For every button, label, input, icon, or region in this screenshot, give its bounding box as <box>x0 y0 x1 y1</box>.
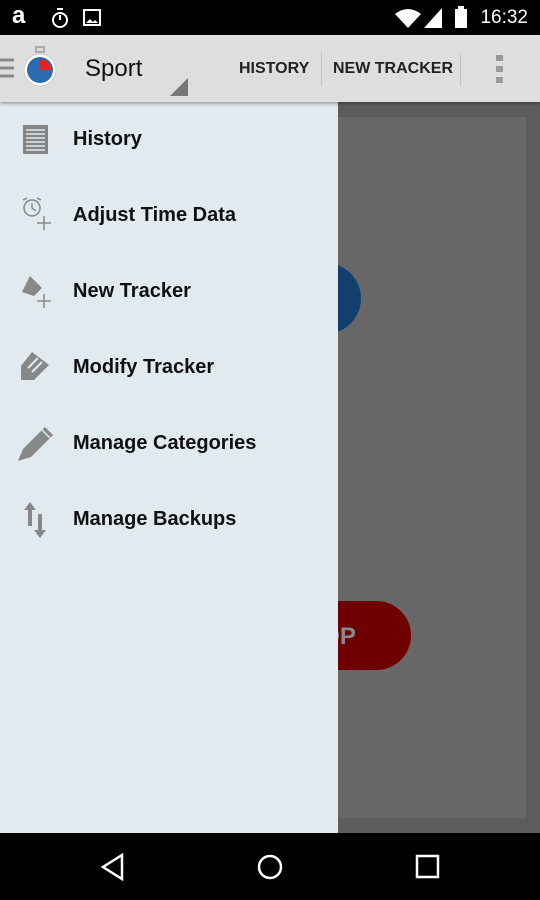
clock: 16:32 <box>480 7 528 28</box>
battery-icon <box>455 6 467 28</box>
app-bar: Sport HISTORY NEW TRACKER <box>0 35 540 102</box>
overflow-icon[interactable] <box>495 54 505 84</box>
amazon-icon: a <box>12 2 26 29</box>
drawer-item-manage-categories[interactable]: Manage Categories <box>0 406 338 482</box>
drawer-item-label: Manage Categories <box>73 432 257 454</box>
image-icon <box>83 9 101 26</box>
new-tracker-button[interactable]: NEW TRACKER <box>333 60 453 78</box>
wifi-icon <box>395 9 421 28</box>
recents-icon[interactable] <box>415 854 441 880</box>
swap-vertical-icon <box>24 502 46 538</box>
drawer-item-label: New Tracker <box>73 280 191 302</box>
drawer-item-manage-backups[interactable]: Manage Backups <box>0 482 338 558</box>
navigation-drawer: History Adjust Time Data New Tracker Mod… <box>0 102 338 833</box>
dropdown-icon[interactable] <box>170 78 188 96</box>
alarm-add-icon <box>22 197 51 230</box>
tag-add-icon <box>22 276 51 308</box>
menu-icon[interactable] <box>0 57 14 79</box>
drawer-item-history[interactable]: History <box>0 102 338 178</box>
divider <box>321 52 322 86</box>
drawer-item-modify-tracker[interactable]: Modify Tracker <box>0 330 338 406</box>
drawer-item-adjust-time-data[interactable]: Adjust Time Data <box>0 178 338 254</box>
app-logo[interactable] <box>22 45 58 89</box>
divider <box>460 52 461 86</box>
pencil-icon <box>18 427 53 461</box>
back-icon[interactable] <box>100 853 126 881</box>
tracker-card <box>338 117 526 818</box>
list-icon <box>23 125 48 154</box>
stopwatch-icon <box>52 8 68 28</box>
status-bar: a 16:32 <box>0 0 540 35</box>
drawer-item-label: Adjust Time Data <box>73 204 236 226</box>
tag-icon <box>21 352 49 380</box>
drawer-item-label: History <box>73 128 142 150</box>
category-spinner[interactable]: Sport <box>85 55 142 83</box>
drawer-item-label: Manage Backups <box>73 508 237 530</box>
signal-icon <box>424 8 442 28</box>
navigation-bar <box>0 833 540 900</box>
drawer-item-new-tracker[interactable]: New Tracker <box>0 254 338 330</box>
home-icon[interactable] <box>256 853 284 881</box>
history-button[interactable]: HISTORY <box>239 60 309 78</box>
drawer-item-label: Modify Tracker <box>73 356 215 378</box>
